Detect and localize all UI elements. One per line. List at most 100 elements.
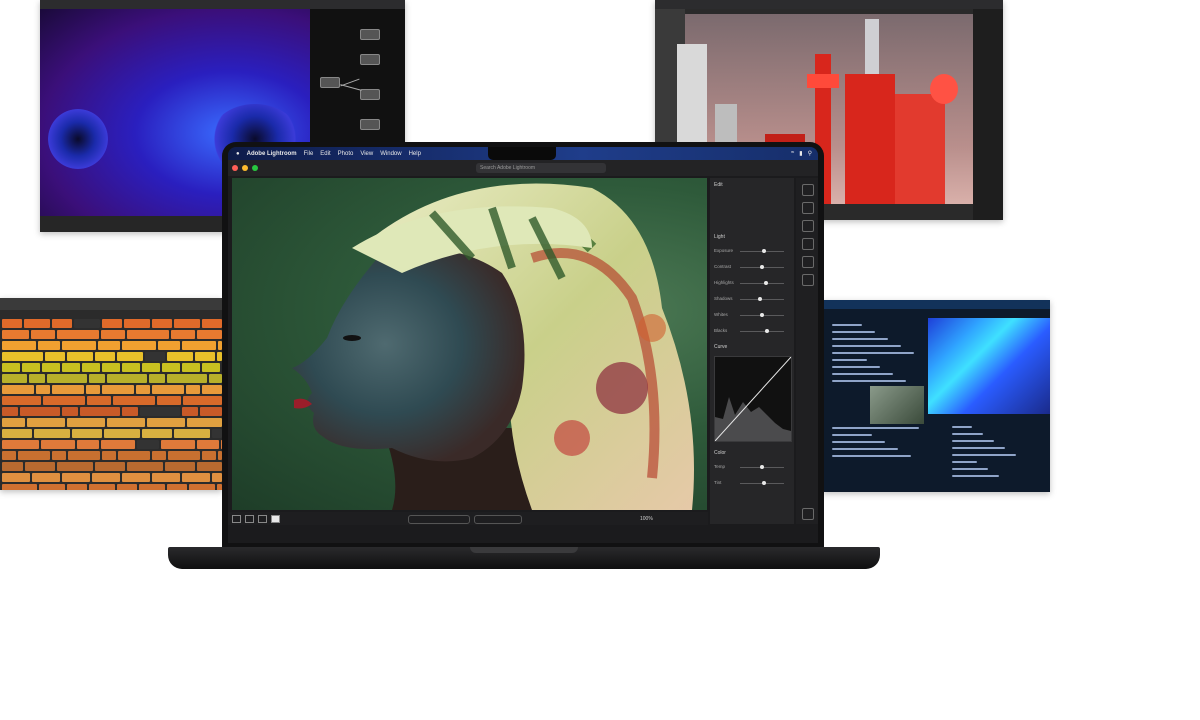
color-section-header[interactable]: Color — [714, 450, 726, 456]
rating-stars[interactable] — [408, 515, 470, 524]
audio-clip[interactable] — [212, 429, 222, 438]
audio-clip[interactable] — [202, 385, 222, 394]
audio-clip[interactable] — [2, 440, 39, 449]
audio-clip[interactable] — [152, 319, 172, 328]
slider-shadows[interactable]: Shadows — [714, 296, 790, 303]
audio-clip[interactable] — [67, 418, 105, 427]
audio-clip[interactable] — [152, 451, 166, 460]
audio-clip[interactable] — [122, 407, 138, 416]
audio-clip[interactable] — [161, 440, 195, 449]
loupe-view-icon[interactable] — [245, 514, 254, 523]
daw-track[interactable] — [0, 417, 222, 428]
preset-tool-icon[interactable] — [802, 274, 814, 286]
audio-clip[interactable] — [62, 473, 90, 482]
slider-knob[interactable] — [760, 313, 764, 317]
audio-clip[interactable] — [127, 462, 163, 471]
heal-tool-icon[interactable] — [802, 220, 814, 232]
daw-track[interactable] — [0, 439, 222, 450]
maximize-button[interactable] — [252, 165, 258, 171]
audio-clip[interactable] — [2, 462, 23, 471]
audio-clip[interactable] — [197, 330, 222, 339]
audio-clip[interactable] — [171, 330, 195, 339]
audio-clip[interactable] — [20, 407, 60, 416]
info-icon[interactable] — [802, 508, 814, 520]
node[interactable] — [320, 77, 340, 88]
audio-clip[interactable] — [137, 440, 159, 449]
compare-view-icon[interactable] — [258, 514, 267, 523]
audio-clip[interactable] — [98, 341, 120, 350]
audio-clip[interactable] — [102, 363, 120, 372]
node[interactable] — [360, 119, 380, 130]
audio-clip[interactable] — [2, 319, 22, 328]
audio-clip[interactable] — [182, 341, 216, 350]
audio-clip[interactable] — [2, 418, 25, 427]
detail-view-icon[interactable] — [271, 514, 280, 523]
daw-track[interactable] — [0, 351, 222, 362]
audio-clip[interactable] — [89, 484, 115, 490]
audio-clip[interactable] — [36, 385, 50, 394]
crop-tool-icon[interactable] — [802, 202, 814, 214]
audio-clip[interactable] — [74, 319, 100, 328]
slider-temp[interactable]: Temp — [714, 464, 790, 471]
audio-clip[interactable] — [52, 451, 66, 460]
daw-track[interactable] — [0, 450, 222, 461]
audio-clip[interactable] — [80, 407, 120, 416]
audio-clip[interactable] — [77, 440, 99, 449]
menu-help[interactable]: Help — [409, 151, 421, 157]
slider-contrast[interactable]: Contrast — [714, 264, 790, 271]
audio-clip[interactable] — [182, 363, 200, 372]
photo-canvas[interactable] — [232, 178, 707, 510]
daw-track[interactable] — [0, 362, 222, 373]
slider-knob[interactable] — [757, 297, 762, 301]
audio-clip[interactable] — [87, 396, 111, 405]
audio-clip[interactable] — [152, 385, 184, 394]
audio-clip[interactable] — [89, 374, 105, 383]
audio-clip[interactable] — [47, 374, 87, 383]
audio-clip[interactable] — [52, 319, 72, 328]
wifi-icon[interactable]: ≈ — [791, 150, 794, 157]
slider-whites[interactable]: Whites — [714, 312, 790, 319]
audio-clip[interactable] — [57, 462, 93, 471]
audio-clip[interactable] — [182, 407, 198, 416]
audio-clip[interactable] — [113, 396, 155, 405]
audio-clip[interactable] — [27, 418, 65, 427]
audio-clip[interactable] — [2, 429, 32, 438]
audio-clip[interactable] — [122, 341, 156, 350]
audio-clip[interactable] — [2, 352, 43, 361]
search-input[interactable]: Search Adobe Lightroom — [476, 163, 606, 173]
daw-track[interactable] — [0, 340, 222, 351]
audio-clip[interactable] — [82, 363, 100, 372]
slider-blacks[interactable]: Blacks — [714, 328, 790, 335]
daw-track[interactable] — [0, 428, 222, 439]
daw-track[interactable] — [0, 373, 222, 384]
audio-clip[interactable] — [18, 451, 50, 460]
audio-clip[interactable] — [189, 484, 215, 490]
daw-track[interactable] — [0, 406, 222, 417]
audio-clip[interactable] — [101, 440, 135, 449]
battery-icon[interactable]: ▮ — [799, 150, 802, 157]
audio-clip[interactable] — [117, 484, 137, 490]
audio-clip[interactable] — [162, 363, 180, 372]
audio-clip[interactable] — [2, 374, 27, 383]
audio-clip[interactable] — [67, 352, 93, 361]
audio-clip[interactable] — [167, 484, 187, 490]
audio-clip[interactable] — [140, 407, 180, 416]
audio-clip[interactable] — [42, 363, 60, 372]
node[interactable] — [360, 89, 380, 100]
audio-clip[interactable] — [117, 352, 143, 361]
audio-clip[interactable] — [127, 330, 169, 339]
audio-clip[interactable] — [197, 440, 219, 449]
audio-clip[interactable] — [157, 396, 181, 405]
slider-track[interactable] — [740, 283, 784, 284]
audio-clip[interactable] — [142, 363, 160, 372]
audio-clip[interactable] — [24, 319, 50, 328]
slider-knob[interactable] — [760, 265, 764, 269]
audio-clip[interactable] — [41, 440, 75, 449]
audio-clip[interactable] — [118, 451, 150, 460]
audio-clip[interactable] — [2, 330, 29, 339]
slider-tint[interactable]: Tint — [714, 480, 790, 487]
audio-clip[interactable] — [102, 451, 116, 460]
menu-view[interactable]: View — [360, 151, 373, 157]
audio-clip[interactable] — [57, 330, 99, 339]
audio-clip[interactable] — [72, 429, 102, 438]
